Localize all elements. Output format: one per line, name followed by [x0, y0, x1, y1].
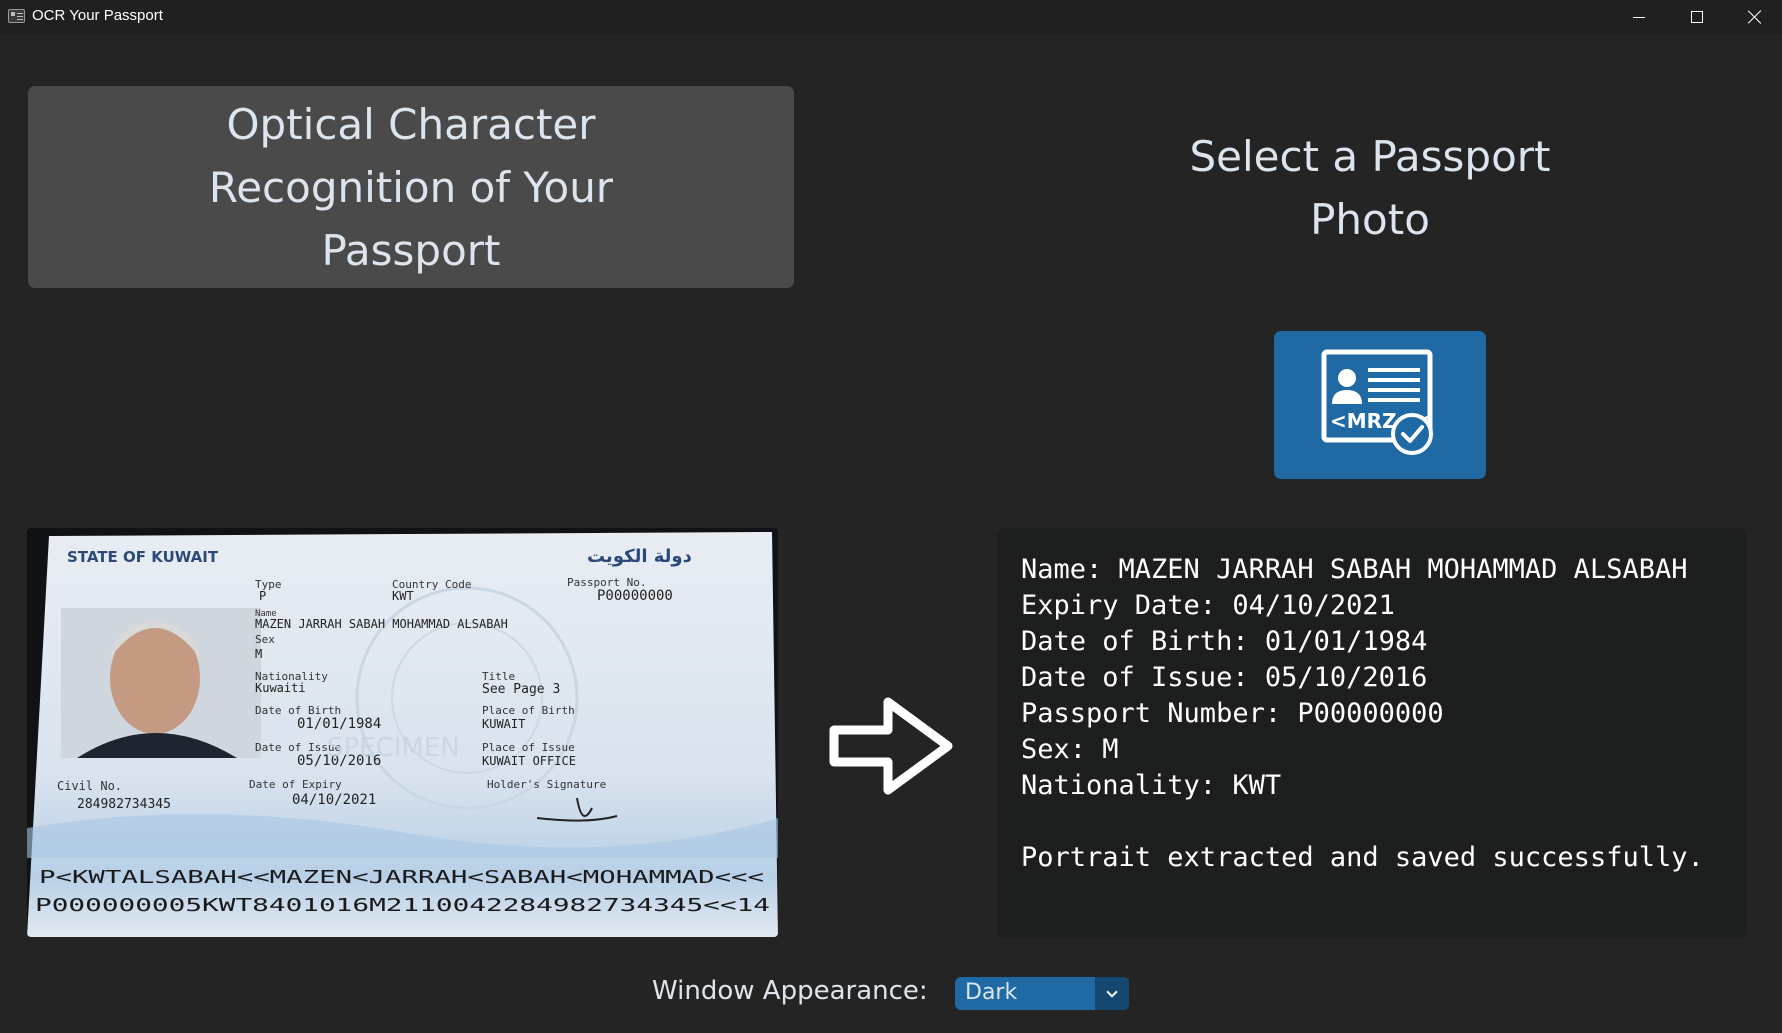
svg-text:P00000000: P00000000 — [597, 588, 673, 604]
result-date-of-issue: Date of Issue: 05/10/2016 — [1021, 662, 1428, 693]
appearance-label: Window Appearance: — [652, 976, 928, 1006]
chevron-down-icon — [1106, 985, 1118, 998]
app-icon — [8, 9, 25, 23]
svg-text:MAZEN JARRAH SABAH MOHAMMAD AL: MAZEN JARRAH SABAH MOHAMMAD ALSABAH — [255, 617, 508, 631]
minimize-button[interactable] — [1610, 0, 1668, 34]
maximize-icon — [1691, 11, 1703, 23]
svg-text:04/10/2021: 04/10/2021 — [292, 792, 376, 808]
minimize-icon — [1633, 16, 1645, 18]
svg-text:KWT: KWT — [392, 589, 414, 603]
arrow-right-icon — [829, 697, 953, 795]
svg-text:Kuwaiti: Kuwaiti — [255, 681, 306, 695]
svg-text:P: P — [259, 589, 266, 603]
svg-text:Date of Expiry: Date of Expiry — [249, 778, 342, 791]
svg-text:Sex: Sex — [255, 633, 275, 646]
svg-text:KUWAIT OFFICE: KUWAIT OFFICE — [482, 754, 576, 768]
appearance-mode-dropdown[interactable]: Dark — [955, 977, 1129, 1010]
dropdown-arrow-button[interactable] — [1095, 977, 1129, 1010]
result-name: Name: MAZEN JARRAH SABAH MOHAMMAD ALSABA… — [1021, 554, 1688, 585]
svg-text:P000000005KWT8401016M211004228: P000000005KWT8401016M2110042284982734345… — [35, 895, 770, 916]
title-bar: OCR Your Passport — [0, 0, 1782, 34]
passport-image: STATE OF KUWAIT دولة الكويت Type P Count… — [27, 528, 778, 937]
close-icon — [1748, 10, 1762, 24]
svg-text:P<KWTALSABAH<<MAZEN<JARRAH<SAB: P<KWTALSABAH<<MAZEN<JARRAH<SABAH<MOHAMMA… — [39, 867, 764, 888]
svg-text:SPECIMEN: SPECIMEN — [327, 733, 460, 763]
ocr-result-textbox[interactable]: Name: MAZEN JARRAH SABAH MOHAMMAD ALSABA… — [997, 528, 1746, 938]
svg-text:KUWAIT: KUWAIT — [482, 717, 525, 731]
svg-text:01/01/1984: 01/01/1984 — [297, 716, 381, 732]
mrz-passport-icon: <MRZ<< — [1321, 349, 1433, 455]
svg-text:Place of Birth: Place of Birth — [482, 704, 575, 717]
select-passport-button[interactable]: <MRZ<< — [1274, 331, 1486, 479]
svg-text:See Page 3: See Page 3 — [482, 682, 560, 697]
select-photo-title: Select a Passport Photo — [1189, 132, 1551, 244]
svg-text:284982734345: 284982734345 — [77, 797, 171, 812]
result-status-message: Portrait extracted and saved successfull… — [1021, 842, 1704, 873]
svg-text:M: M — [255, 647, 262, 661]
svg-text:دولة الكويت: دولة الكويت — [587, 546, 692, 567]
result-nationality: Nationality: KWT — [1021, 770, 1282, 801]
result-passport-number: Passport Number: P00000000 — [1021, 698, 1444, 729]
window-title: OCR Your Passport — [32, 7, 163, 24]
result-spacer — [1021, 804, 1722, 840]
heading-card: Optical Character Recognition of Your Pa… — [28, 86, 794, 288]
svg-text:STATE OF KUWAIT: STATE OF KUWAIT — [67, 548, 219, 566]
result-expiry-date: Expiry Date: 04/10/2021 — [1021, 590, 1395, 621]
app-heading: Optical Character Recognition of Your Pa… — [208, 99, 614, 275]
svg-text:Place of Issue: Place of Issue — [482, 741, 575, 754]
close-button[interactable] — [1726, 0, 1782, 34]
result-sex: Sex: M — [1021, 734, 1119, 765]
appearance-selected-value: Dark — [965, 980, 1018, 1005]
svg-text:Holder's Signature: Holder's Signature — [487, 778, 606, 791]
maximize-button[interactable] — [1668, 0, 1726, 34]
svg-text:Civil No.: Civil No. — [57, 779, 122, 793]
result-date-of-birth: Date of Birth: 01/01/1984 — [1021, 626, 1428, 657]
